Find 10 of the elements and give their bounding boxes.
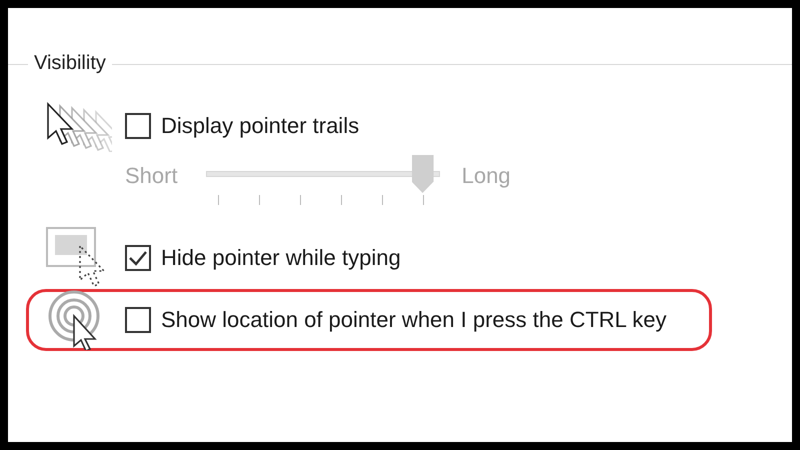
slider-min-label: Short [125,163,178,189]
group-title: Visibility [28,53,112,73]
checkbox[interactable] [125,307,151,333]
slider[interactable] [206,153,440,205]
checkbox[interactable] [125,245,151,271]
checkbox-label[interactable]: Hide pointer while typing [161,245,401,271]
checkbox[interactable] [125,113,151,139]
checkbox-label[interactable]: Show location of pointer when I press the CTRL key [161,307,666,333]
slider-max-label: Long [462,163,511,189]
checkbox-label[interactable]: Display pointer trails [161,113,360,139]
